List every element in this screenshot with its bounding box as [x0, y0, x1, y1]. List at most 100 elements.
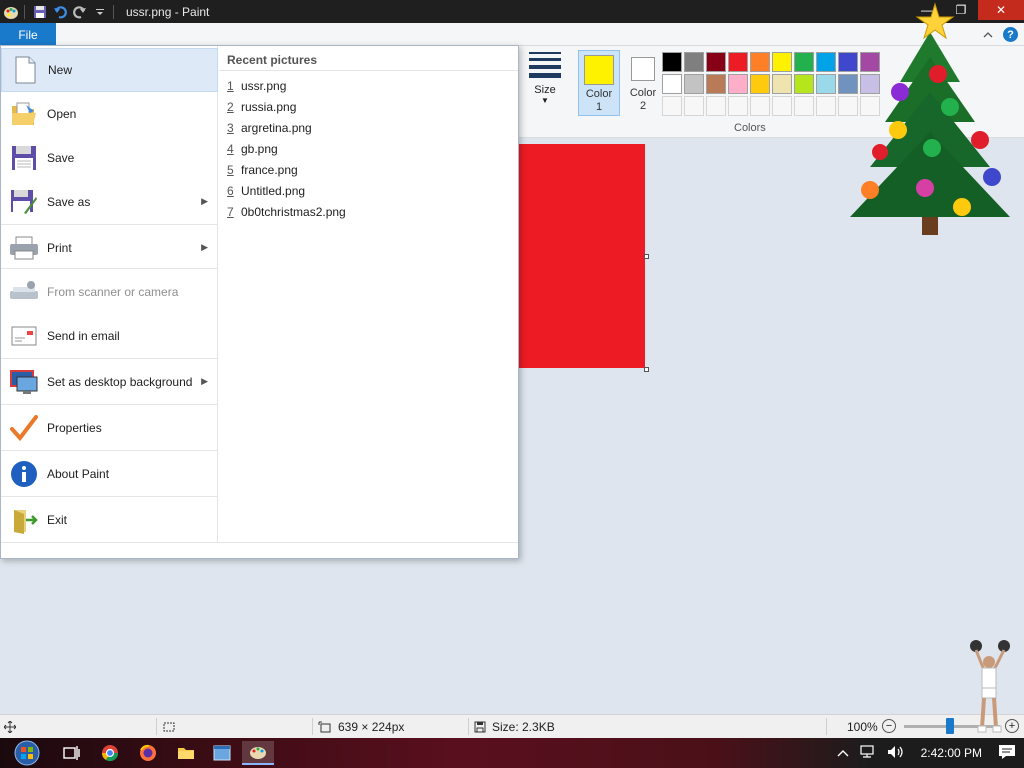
taskbar-chrome[interactable]	[94, 741, 126, 765]
menu-item-set-as-desktop-background[interactable]: Set as desktop background ▶	[1, 360, 218, 404]
start-button[interactable]	[8, 740, 46, 766]
quick-save-icon[interactable]	[31, 3, 49, 21]
palette-color[interactable]	[684, 74, 704, 94]
action-center-icon[interactable]	[998, 744, 1016, 763]
menu-item-open[interactable]: Open	[1, 92, 218, 136]
submenu-arrow-icon: ▶	[201, 242, 208, 252]
size-tool[interactable]: Size ▼	[526, 52, 564, 105]
resize-handle-right[interactable]	[644, 254, 649, 259]
save-as-icon	[9, 187, 39, 217]
cursor-position	[4, 715, 16, 738]
menu-item-properties[interactable]: Properties	[1, 406, 218, 450]
palette-color[interactable]	[772, 52, 792, 72]
palette-color[interactable]	[794, 52, 814, 72]
menu-item-new[interactable]: New	[1, 48, 218, 92]
recent-picture-number: 7	[227, 204, 234, 219]
submenu-arrow-icon: ▶	[201, 196, 208, 206]
image-size-icon	[318, 721, 331, 732]
task-view-button[interactable]	[56, 741, 88, 765]
recent-picture-item[interactable]: 1 ussr.png	[227, 75, 286, 96]
menu-item-label: Save	[47, 151, 75, 165]
palette-color[interactable]	[728, 52, 748, 72]
palette-color[interactable]	[706, 52, 726, 72]
recent-picture-number: 1	[227, 78, 234, 93]
zoom-level: 100%	[847, 719, 878, 734]
network-icon[interactable]	[859, 744, 877, 762]
palette-color[interactable]	[662, 74, 682, 94]
recent-picture-item[interactable]: 7 0b0tchristmas2.png	[227, 201, 346, 222]
checkmark-icon	[9, 413, 39, 443]
custom-color-slot[interactable]	[794, 96, 814, 116]
palette-color[interactable]	[662, 52, 682, 72]
clock[interactable]: 2:42:00 PM	[921, 746, 982, 760]
drawing-canvas[interactable]	[518, 144, 645, 368]
palette-color[interactable]	[750, 74, 770, 94]
christmas-tree-decoration	[850, 2, 1010, 235]
color2-button[interactable]: Color 2	[622, 50, 664, 116]
recent-picture-item[interactable]: 6 Untitled.png	[227, 180, 305, 201]
color1-label: Color 1	[585, 88, 613, 113]
recent-picture-item[interactable]: 2 russia.png	[227, 96, 296, 117]
resize-handle-corner[interactable]	[644, 367, 649, 372]
paint-app-icon[interactable]	[2, 3, 20, 21]
menu-item-label: Exit	[47, 513, 68, 527]
desktop-background-icon	[9, 367, 39, 397]
recent-picture-item[interactable]: 4 gb.png	[227, 138, 278, 159]
menu-item-save-as[interactable]: Save as ▶	[1, 180, 218, 224]
menu-separator	[1, 404, 218, 405]
custom-color-slot[interactable]	[772, 96, 792, 116]
file-menu: New Open Save Save as ▶ Print ▶ From scanner or…	[0, 45, 519, 559]
zoom-slider-thumb[interactable]	[946, 718, 954, 734]
palette-color[interactable]	[816, 52, 836, 72]
menu-item-label: Print	[47, 241, 72, 255]
file-tab[interactable]: File	[0, 23, 56, 46]
taskbar-app[interactable]	[206, 741, 238, 765]
system-tray: 2:42:00 PM	[837, 738, 1024, 768]
customize-quick-access-icon[interactable]	[91, 3, 109, 21]
custom-color-slot[interactable]	[706, 96, 726, 116]
custom-color-slot[interactable]	[684, 96, 704, 116]
taskbar-firefox[interactable]	[132, 741, 164, 765]
menu-item-label: Set as desktop background	[47, 375, 193, 389]
status-divider	[468, 718, 469, 735]
palette-color[interactable]	[794, 74, 814, 94]
printer-icon	[9, 233, 39, 263]
color1-swatch	[584, 55, 614, 85]
recent-picture-item[interactable]: 5 france.png	[227, 159, 298, 180]
redo-icon[interactable]	[71, 3, 89, 21]
chrome-icon	[101, 745, 119, 762]
recent-pictures-pane: Recent pictures 1 ussr.png 2 russia.png 3 arg…	[219, 46, 518, 542]
menu-item-label: Save as	[47, 195, 91, 209]
undo-icon[interactable]	[51, 3, 69, 21]
color1-button[interactable]: Color 1	[578, 50, 620, 116]
palette-color[interactable]	[728, 74, 748, 94]
menu-item-about-paint[interactable]: About Paint	[1, 452, 218, 496]
custom-color-slot[interactable]	[816, 96, 836, 116]
palette-color[interactable]	[684, 52, 704, 72]
recent-picture-item[interactable]: 3 argretina.png	[227, 117, 312, 138]
custom-color-slot[interactable]	[662, 96, 682, 116]
zoom-out-button[interactable]: −	[882, 719, 896, 733]
taskbar: 2:42:00 PM	[0, 738, 1024, 768]
show-hidden-icons-icon[interactable]	[837, 746, 849, 760]
volume-icon[interactable]	[887, 745, 905, 762]
palette-color[interactable]	[816, 74, 836, 94]
taskbar-paint[interactable]	[242, 741, 274, 765]
recent-picture-name: argretina.png	[241, 120, 312, 135]
palette-color[interactable]	[706, 74, 726, 94]
palette-color[interactable]	[750, 52, 770, 72]
custom-color-slot[interactable]	[728, 96, 748, 116]
taskbar-file-explorer[interactable]	[170, 741, 202, 765]
custom-color-slot[interactable]	[750, 96, 770, 116]
menu-item-send-in-email[interactable]: Send in email	[1, 314, 218, 358]
menu-item-save[interactable]: Save	[1, 136, 218, 180]
quick-access-separator	[24, 4, 25, 19]
palette-color[interactable]	[772, 74, 792, 94]
task-view-icon	[63, 746, 80, 760]
menu-item-print[interactable]: Print ▶	[1, 226, 218, 270]
colors-group-label: Colors	[734, 122, 766, 134]
menu-item-exit[interactable]: Exit	[1, 498, 218, 542]
floppy-disk-icon	[9, 143, 39, 173]
menu-separator	[1, 268, 218, 269]
selection-size-icon	[163, 722, 175, 731]
